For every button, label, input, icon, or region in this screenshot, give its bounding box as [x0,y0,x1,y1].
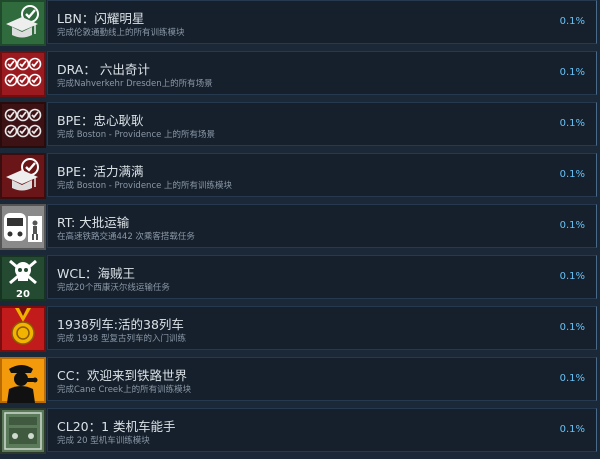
unlock-percent: 0.1% [559,220,585,231]
achievement-panel: CL20：1 类机车能手 完成 20 型机车训练模块 0.1% [47,408,597,452]
unlock-percent: 0.1% [559,67,585,78]
six-checkmarks-icon [0,51,46,97]
achievement-row[interactable]: CL20：1 类机车能手 完成 20 型机车训练模块 0.1% [0,408,600,459]
achievement-title: LBN：闪耀明星 [57,11,145,26]
achievement-row[interactable]: LBN：闪耀明星 完成伦敦通勤线上的所有训练模块 0.1% [0,0,600,51]
locomotive-class-icon [0,408,46,454]
achievement-description: 在高速铁路交通442 次乘客搭载任务 [57,232,195,242]
achievement-title: BPE：忠心耿耿 [57,113,144,128]
unlock-percent: 0.1% [559,271,585,282]
conductor-whistle-icon [0,357,46,403]
achievement-description: 完成Cane Creek上的所有训练模块 [57,385,192,395]
achievement-title: DRA： 六出奇计 [57,62,150,77]
unlock-percent: 0.1% [559,118,585,129]
achievement-panel: WCL：海贼王 完成20个西康沃尔线运输任务 0.1% [47,255,597,299]
achievement-description: 完成伦敦通勤线上的所有训练模块 [57,28,185,38]
achievement-description: 完成20个西康沃尔线运输任务 [57,283,170,293]
achievement-description: 完成 20 型机车训练模块 [57,436,150,446]
achievements-list: LBN：闪耀明星 完成伦敦通勤线上的所有训练模块 0.1% DRA： 六出奇计 [0,0,600,454]
achievement-description: 完成 Boston - Providence 上的所有场景 [57,130,216,140]
unlock-percent: 0.1% [559,16,585,27]
train-passenger-icon [0,204,46,250]
achievement-description: 完成 1938 型复古列车的入门训练 [57,334,187,344]
achievement-row[interactable]: RT: 大批运输 在高速铁路交通442 次乘客搭载任务 0.1% [0,204,600,255]
achievement-row[interactable]: CC：欢迎来到铁路世界 完成Cane Creek上的所有训练模块 0.1% [0,357,600,408]
achievement-row[interactable]: 1938列车:活的38列车 完成 1938 型复古列车的入门训练 0.1% [0,306,600,357]
achievement-panel: BPE：忠心耿耿 完成 Boston - Providence 上的所有场景 0… [47,102,597,146]
achievement-panel: CC：欢迎来到铁路世界 完成Cane Creek上的所有训练模块 0.1% [47,357,597,401]
achievement-panel: LBN：闪耀明星 完成伦敦通勤线上的所有训练模块 0.1% [47,0,597,44]
achievement-panel: 1938列车:活的38列车 完成 1938 型复古列车的入门训练 0.1% [47,306,597,350]
graduation-cap-icon [0,153,46,199]
achievement-description: 完成Nahverkehr Dresden上的所有场景 [57,79,213,89]
six-checkmarks-icon [0,102,46,148]
achievement-title: RT: 大批运输 [57,215,130,230]
achievement-row[interactable]: BPE：忠心耿耿 完成 Boston - Providence 上的所有场景 0… [0,102,600,153]
achievement-panel: DRA： 六出奇计 完成Nahverkehr Dresden上的所有场景 0.1… [47,51,597,95]
achievement-title: BPE：活力满满 [57,164,144,179]
achievement-title: 1938列车:活的38列车 [57,317,184,332]
achievement-title: CL20：1 类机车能手 [57,419,176,434]
skull-crossbones-icon: 20 [0,255,46,301]
achievement-row[interactable]: DRA： 六出奇计 完成Nahverkehr Dresden上的所有场景 0.1… [0,51,600,102]
skull-count-label: 20 [16,289,30,300]
achievement-title: WCL：海贼王 [57,266,136,281]
unlock-percent: 0.1% [559,424,585,435]
achievement-title: CC：欢迎来到铁路世界 [57,368,187,383]
achievement-row[interactable]: 20 WCL：海贼王 完成20个西康沃尔线运输任务 0.1% [0,255,600,306]
medal-icon [0,306,46,352]
unlock-percent: 0.1% [559,322,585,333]
achievement-panel: BPE：活力满满 完成 Boston - Providence 上的所有训练模块… [47,153,597,197]
achievement-panel: RT: 大批运输 在高速铁路交通442 次乘客搭载任务 0.1% [47,204,597,248]
unlock-percent: 0.1% [559,373,585,384]
achievement-description: 完成 Boston - Providence 上的所有训练模块 [57,181,233,191]
unlock-percent: 0.1% [559,169,585,180]
graduation-cap-icon [0,0,46,46]
achievement-row[interactable]: BPE：活力满满 完成 Boston - Providence 上的所有训练模块… [0,153,600,204]
